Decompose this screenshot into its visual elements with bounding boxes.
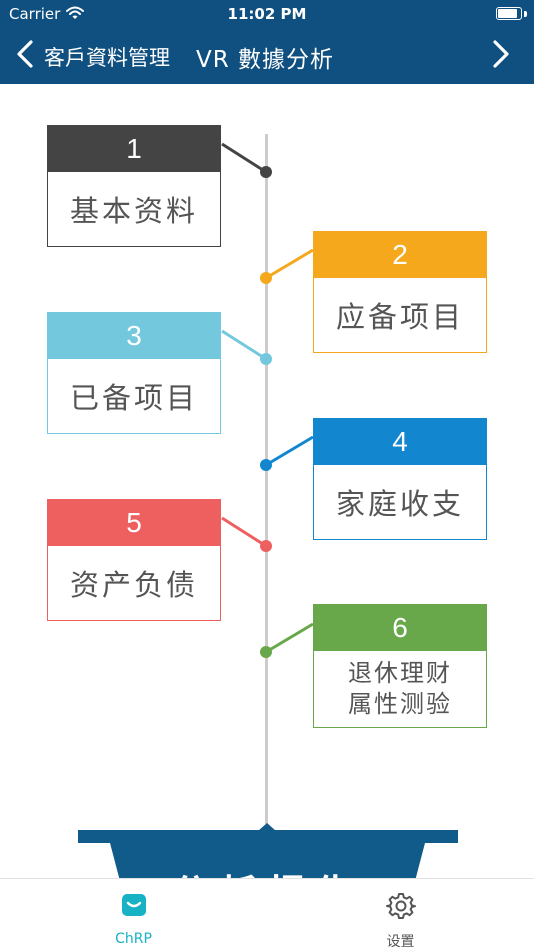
card-label-line: 退休理财 <box>348 659 452 687</box>
card-label: 退休理财 属性测验 <box>314 651 486 727</box>
timeline-card-retirement-assessment[interactable]: 6 退休理财 属性测验 <box>313 604 487 728</box>
header: Carrier 11:02 PM 客戶資料管理 VR 數據分析 <box>0 0 534 84</box>
timeline-card-prepared-items[interactable]: 3 已备项目 <box>47 312 221 434</box>
timeline: 1 基本资料 2 应备项目 3 已备项目 4 家庭收支 5 资产负债 6 退休理… <box>0 84 534 878</box>
connector-4 <box>265 435 314 467</box>
card-label: 已备项目 <box>69 381 198 415</box>
timeline-card-required-items[interactable]: 2 应备项目 <box>313 231 487 353</box>
connector-1 <box>221 142 267 174</box>
report-banner[interactable]: 分析报告 <box>110 843 425 878</box>
card-number: 3 <box>48 313 220 359</box>
chevron-left-icon[interactable] <box>14 39 36 69</box>
chevron-right-icon[interactable] <box>490 39 512 69</box>
card-number: 6 <box>314 605 486 651</box>
card-number: 4 <box>314 419 486 465</box>
report-banner-ribbon <box>78 830 458 843</box>
timeline-card-assets-liabilities[interactable]: 5 资产负债 <box>47 499 221 621</box>
tab-chrp[interactable]: ChRP <box>0 879 267 950</box>
card-label: 资产负债 <box>69 568 198 602</box>
status-time: 11:02 PM <box>227 5 307 23</box>
card-label-line: 属性测验 <box>348 690 452 718</box>
status-bar: Carrier 11:02 PM <box>0 0 534 28</box>
chrp-icon <box>121 894 146 916</box>
tab-label: ChRP <box>115 931 152 947</box>
battery-icon <box>496 7 522 20</box>
battery-cap <box>524 11 527 17</box>
card-number: 5 <box>48 500 220 546</box>
report-banner-label: 分析报告 <box>110 863 425 878</box>
tab-settings[interactable]: 设置 <box>267 879 534 950</box>
timeline-card-basic-info[interactable]: 1 基本资料 <box>47 125 221 247</box>
card-number: 2 <box>314 232 486 278</box>
back-button[interactable]: 客戶資料管理 <box>44 42 170 72</box>
card-number: 1 <box>48 126 220 172</box>
gear-icon <box>385 893 416 919</box>
page-title: VR 數據分析 <box>196 47 335 73</box>
tab-bar: ChRP 设置 <box>0 878 534 950</box>
timeline-card-household-budget[interactable]: 4 家庭收支 <box>313 418 487 540</box>
tab-label: 设置 <box>386 934 415 950</box>
timeline-end-notch <box>258 823 276 831</box>
navigation-bar: 客戶資料管理 VR 數據分析 <box>0 30 534 84</box>
card-label: 基本资料 <box>69 194 198 228</box>
card-label: 家庭收支 <box>335 487 464 521</box>
connector-2 <box>265 248 314 280</box>
card-label: 应备项目 <box>335 300 464 334</box>
connector-3 <box>221 329 267 361</box>
connector-6 <box>265 622 314 654</box>
timeline-line <box>265 134 268 824</box>
connector-5 <box>221 516 267 548</box>
